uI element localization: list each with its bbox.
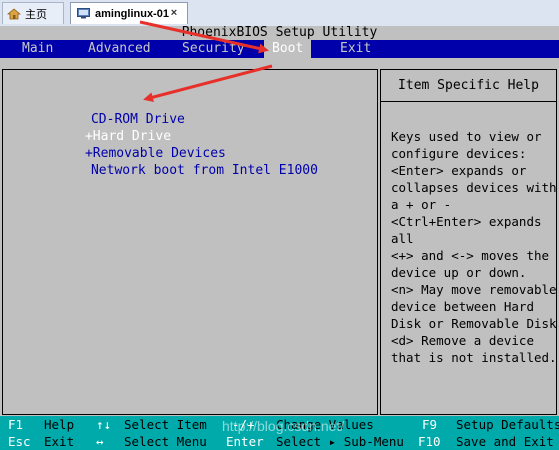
boot-item-network[interactable]: Network boot from Intel E1000 xyxy=(44,145,318,196)
bios-menu-bar: Main Advanced Security Boot Exit xyxy=(0,40,559,58)
help-line: device up or down. xyxy=(391,265,527,280)
home-icon xyxy=(7,7,21,19)
tab-home[interactable]: 主页 xyxy=(2,2,64,24)
menu-exit[interactable]: Exit xyxy=(340,40,371,58)
key-f10: F10 xyxy=(418,434,441,449)
key-desc: Help xyxy=(44,417,75,432)
vm-icon xyxy=(77,8,90,19)
boot-item-label: Network boot from Intel E1000 xyxy=(90,163,318,178)
key-updown: ↑↓ xyxy=(96,417,112,432)
help-title: Item Specific Help xyxy=(381,70,556,102)
menu-advanced[interactable]: Advanced xyxy=(88,40,151,58)
key-f9: F9 xyxy=(422,417,438,432)
help-line: Disk or Removable Disk xyxy=(391,316,557,331)
help-pane: Item Specific Help Keys used to view or … xyxy=(380,69,557,415)
help-line: configure devices: xyxy=(391,146,527,161)
help-line: a + or - xyxy=(391,197,452,212)
key-desc: Select Menu xyxy=(124,434,207,449)
help-line: <+> and <-> moves the xyxy=(391,248,550,263)
help-line: <d> Remove a device xyxy=(391,333,534,348)
key-f1: F1 xyxy=(8,417,24,432)
help-line: <Enter> expands or xyxy=(391,163,527,178)
tab-vm-label: aminglinux-01 xyxy=(95,7,169,20)
menu-boot[interactable]: Boot xyxy=(264,40,312,58)
bios-title: PhoenixBIOS Setup Utility xyxy=(181,25,378,40)
key-desc: Setup Defaults xyxy=(456,417,559,432)
key-desc: Exit xyxy=(44,434,75,449)
tab-home-label: 主页 xyxy=(25,8,47,21)
bios-screen: PhoenixBIOS Setup Utility Main Advanced … xyxy=(0,26,559,450)
key-desc: Select ▸ Sub-Menu xyxy=(276,434,404,449)
close-icon[interactable]: × xyxy=(167,6,181,20)
help-line: <Ctrl+Enter> expands xyxy=(391,214,542,229)
key-desc: Select Item xyxy=(124,417,207,432)
menu-security[interactable]: Security xyxy=(182,40,245,58)
boot-order-pane: CD-ROM Drive +Hard Drive +Removable Devi… xyxy=(2,69,378,415)
help-line: <n> May move removable xyxy=(391,282,557,297)
help-line: collapses devices with xyxy=(391,180,557,195)
tab-vm-aminglinux[interactable]: aminglinux-01 × xyxy=(70,2,188,24)
help-line: all xyxy=(391,231,414,246)
url-watermark: http://blog.csdn.net/ xyxy=(222,418,345,434)
help-line: device between Hard xyxy=(391,299,534,314)
help-line: that is not installed. xyxy=(391,350,557,365)
key-esc: Esc xyxy=(8,434,31,449)
key-enter: Enter xyxy=(226,434,264,449)
help-line: Keys used to view or xyxy=(391,129,542,144)
vm-tab-strip: 主页 aminglinux-01 × xyxy=(0,0,559,27)
menu-main[interactable]: Main xyxy=(22,40,53,58)
key-desc: Save and Exit xyxy=(456,434,554,449)
key-leftright: ↔ xyxy=(96,434,104,449)
